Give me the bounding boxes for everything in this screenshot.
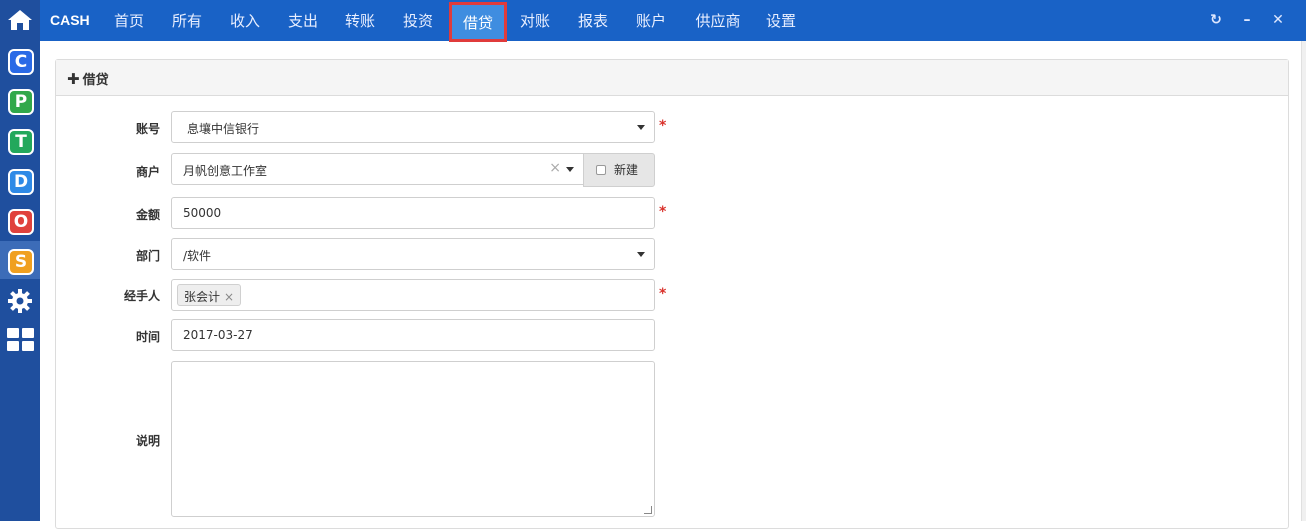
chevron-down-icon	[566, 167, 574, 172]
clear-icon[interactable]: ×	[549, 160, 561, 176]
account-label: 账号	[135, 122, 160, 136]
merchant-label: 商户	[135, 165, 160, 179]
nav-expense[interactable]: 支出	[280, 0, 326, 41]
nav-reconcile[interactable]: 对账	[512, 0, 558, 41]
new-merchant-addon[interactable]: 新建	[583, 153, 655, 187]
merchant-value: 月帆创意工作室	[183, 164, 268, 178]
amount-label: 金额	[135, 208, 160, 222]
amount-value: 50000	[183, 206, 222, 220]
app-p-icon[interactable]: P	[8, 89, 34, 115]
time-input[interactable]: 2017-03-27	[171, 319, 655, 351]
required-mark: *	[659, 204, 667, 220]
new-checkbox[interactable]	[596, 165, 606, 175]
nav-transfer[interactable]: 转账	[337, 0, 383, 41]
nav-loan[interactable]: 借贷	[449, 2, 507, 42]
time-value: 2017-03-27	[183, 328, 253, 342]
nav-home[interactable]: 首页	[106, 0, 152, 41]
handler-tag[interactable]: 张会计 ×	[177, 284, 242, 306]
panel-title: 借贷	[82, 73, 109, 88]
description-label: 说明	[135, 434, 160, 448]
required-mark: *	[659, 118, 667, 134]
brand-logo: CASH	[50, 12, 90, 28]
nav-income[interactable]: 收入	[222, 0, 268, 41]
close-icon[interactable]: ✕	[1269, 11, 1287, 29]
remove-tag-icon[interactable]: ×	[224, 290, 234, 304]
scrollbar[interactable]	[1301, 41, 1306, 521]
nav-settings[interactable]: 设置	[758, 0, 804, 41]
time-label: 时间	[135, 330, 160, 344]
chevron-down-icon	[637, 252, 645, 257]
new-label: 新建	[614, 163, 639, 177]
plus-icon: ✚	[67, 70, 80, 88]
nav-investment[interactable]: 投资	[395, 0, 441, 41]
handler-tag-label: 张会计	[184, 290, 221, 304]
required-mark: *	[659, 286, 667, 302]
chevron-down-icon	[637, 125, 645, 130]
nav-all[interactable]: 所有	[164, 0, 210, 41]
refresh-icon[interactable]: ↻	[1207, 11, 1225, 29]
account-value: 息壤中信银行	[187, 122, 260, 136]
department-select[interactable]: /软件	[171, 238, 655, 270]
resize-handle-icon[interactable]	[644, 506, 652, 514]
top-nav-bar: CASH 首页 所有 收入 支出 转账 投资 借贷 对账 报表 账户 供应商 设…	[40, 0, 1306, 42]
nav-reports[interactable]: 报表	[570, 0, 616, 41]
panel-header: ✚ 借贷	[56, 60, 1288, 96]
handler-label: 经手人	[123, 289, 160, 303]
department-label: 部门	[135, 249, 160, 263]
merchant-select[interactable]: 月帆创意工作室 ×	[171, 153, 584, 185]
description-textarea[interactable]	[171, 361, 655, 517]
account-select[interactable]: 息壤中信银行	[171, 111, 655, 143]
home-icon[interactable]	[0, 0, 40, 40]
handler-multiselect[interactable]: 张会计 ×	[171, 279, 655, 311]
nav-suppliers[interactable]: 供应商	[688, 0, 748, 41]
amount-input[interactable]: 50000	[171, 197, 655, 229]
nav-accounts[interactable]: 账户	[628, 0, 674, 41]
minimize-icon[interactable]: –	[1238, 11, 1256, 29]
department-value: /软件	[183, 249, 212, 263]
app-c-icon[interactable]: C	[8, 49, 34, 75]
